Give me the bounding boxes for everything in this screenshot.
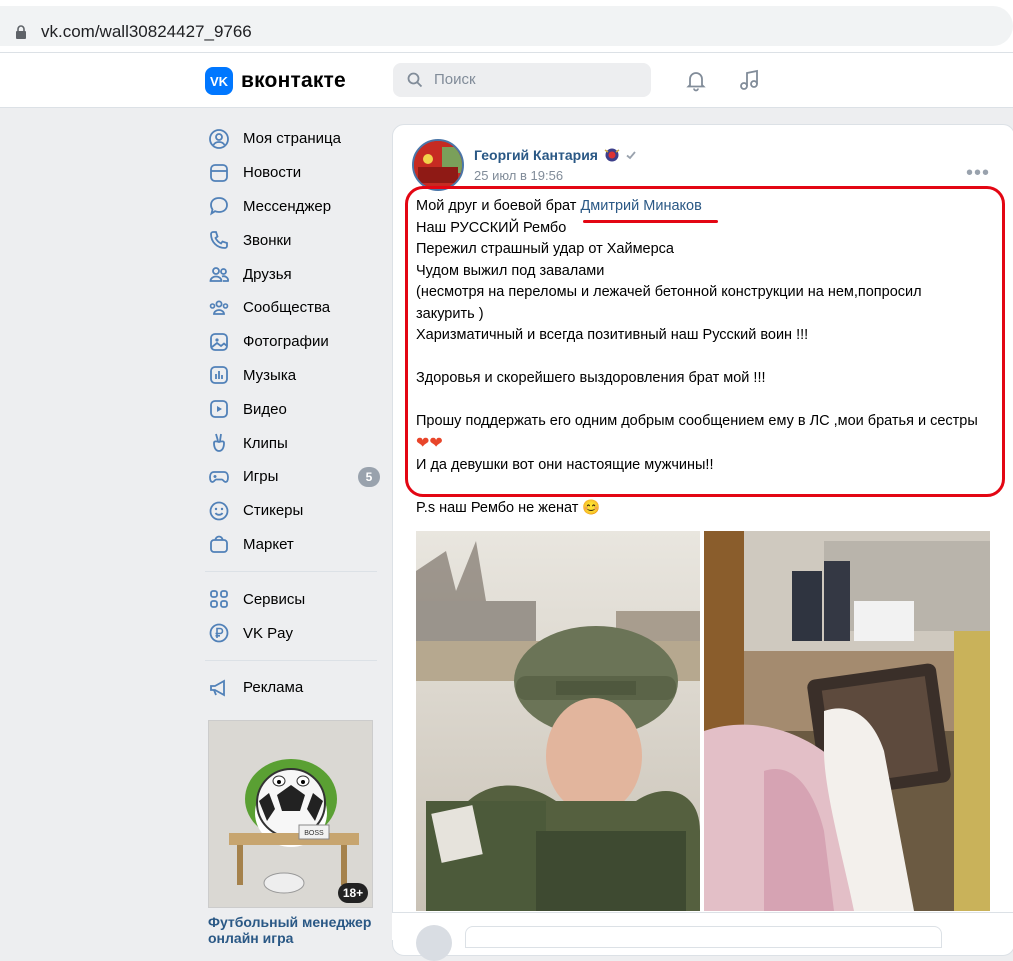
my-avatar[interactable] <box>416 925 452 961</box>
bag-icon <box>210 536 228 554</box>
sidebar-item-label: VK Pay <box>243 624 294 642</box>
sidebar-item-label: Музыка <box>243 366 297 384</box>
sidebar-item-label: Мессенджер <box>243 197 332 215</box>
smile-icon <box>209 501 229 521</box>
post-line-ps: P.s наш Рембо не женат 😊 <box>416 500 601 516</box>
sidebar-item-label: Стикеры <box>243 502 304 520</box>
post-photo-hospital[interactable] <box>704 531 990 911</box>
author-avatar[interactable] <box>412 139 464 191</box>
sidebar-item-label: Реклама <box>243 679 304 697</box>
vk-header: VK вконтакте Поиск <box>0 52 1013 108</box>
sidebar-divider <box>205 659 377 661</box>
music-icon[interactable] <box>737 68 761 92</box>
sidebar-item-my-page[interactable]: Моя страница <box>205 122 380 156</box>
news-icon <box>210 163 228 182</box>
post-photo-soldier[interactable] <box>416 531 700 911</box>
vk-logo-mark: VK <box>205 67 233 95</box>
vk-logo[interactable]: VK вконтакте <box>205 67 346 95</box>
address-bar[interactable]: vk.com/wall30824427_9766 <box>0 6 1013 46</box>
sidebar-item-label: Сервисы <box>243 590 306 608</box>
phone-icon <box>210 231 228 250</box>
chat-icon <box>210 197 228 217</box>
grid-icon <box>210 590 228 609</box>
sidebar-item-label: Друзья <box>243 265 292 283</box>
game-promo-banner[interactable]: BOSS 18+ <box>208 720 373 908</box>
sidebar-item-video[interactable]: Видео <box>205 392 380 426</box>
sidebar-item-label: Игры <box>243 468 279 486</box>
promo-illustration: BOSS <box>209 721 372 907</box>
author-name: Георгий Кантария <box>474 147 598 163</box>
avatar-image <box>414 141 462 189</box>
sidebar-item-label: Новости <box>243 164 302 182</box>
post-author[interactable]: Георгий Кантария <box>474 147 637 163</box>
post-date[interactable]: 25 июл в 19:56 <box>474 168 563 183</box>
sidebar-item-calls[interactable]: Звонки <box>205 223 380 257</box>
sidebar-item-ads[interactable]: Реклама <box>205 671 380 705</box>
verified-check-icon <box>626 151 636 160</box>
gamepad-icon <box>209 470 229 483</box>
megaphone-icon <box>210 679 225 697</box>
sidebar-item-games[interactable]: Игры 5 <box>205 460 380 494</box>
search-icon <box>407 72 423 88</box>
lock-icon <box>16 25 26 39</box>
sidebar-divider <box>205 571 377 573</box>
search-placeholder: Поиск <box>434 71 476 88</box>
sidebar-item-news[interactable]: Новости <box>205 156 380 190</box>
bell-icon[interactable] <box>684 68 708 92</box>
red-highlight-frame <box>405 186 1005 497</box>
sidebar-item-label: Видео <box>243 400 287 418</box>
photo-hospital-image <box>704 531 990 911</box>
vk-logo-text: вконтакте <box>241 69 346 92</box>
post-more-button[interactable]: ••• <box>966 162 990 185</box>
promo-title[interactable]: Футбольный менеджер онлайн игра <box>208 914 378 946</box>
sidebar-item-vkpay[interactable]: VK Pay <box>205 616 380 650</box>
games-counter-badge: 5 <box>358 466 380 487</box>
music-icon <box>210 366 228 385</box>
sidebar-item-label: Сообщества <box>243 299 331 317</box>
sidebar-item-label: Маркет <box>243 535 294 553</box>
video-icon <box>210 400 228 419</box>
sidebar-item-label: Моя страница <box>243 130 341 148</box>
sidebar-item-messenger[interactable]: Мессенджер <box>205 190 380 224</box>
sidebar-item-label: Звонки <box>243 231 292 249</box>
sidebar-item-music[interactable]: Музыка <box>205 359 380 393</box>
age-rating-badge: 18+ <box>338 883 368 903</box>
left-sidebar: Моя страница Новости Мессенджер Звонки Д… <box>205 122 380 705</box>
photo-icon <box>210 332 228 351</box>
sidebar-item-clips[interactable]: Клипы <box>205 426 380 460</box>
communities-icon <box>209 300 229 315</box>
ruble-icon <box>209 623 229 643</box>
red-underline <box>583 220 718 223</box>
sidebar-item-friends[interactable]: Друзья <box>205 257 380 291</box>
photo-soldier-image <box>416 531 700 911</box>
sidebar-item-communities[interactable]: Сообщества <box>205 291 380 325</box>
sidebar-item-market[interactable]: Маркет <box>205 528 380 562</box>
friends-icon <box>209 267 229 282</box>
browser-toolbar: vk.com/wall30824427_9766 <box>0 0 1013 52</box>
sidebar-item-stickers[interactable]: Стикеры <box>205 494 380 528</box>
author-emblem-icon <box>604 148 620 162</box>
sidebar-item-label: Клипы <box>243 434 288 452</box>
sidebar-item-photos[interactable]: Фотографии <box>205 325 380 359</box>
clips-icon <box>213 433 225 452</box>
search-input[interactable]: Поиск <box>393 63 651 97</box>
sidebar-item-services[interactable]: Сервисы <box>205 582 380 616</box>
promo-boss-sign: BOSS <box>304 830 324 837</box>
user-circle-icon <box>209 128 229 149</box>
url-text: vk.com/wall30824427_9766 <box>41 22 252 41</box>
comment-input[interactable] <box>465 926 942 948</box>
sidebar-item-label: Фотографии <box>243 333 329 351</box>
